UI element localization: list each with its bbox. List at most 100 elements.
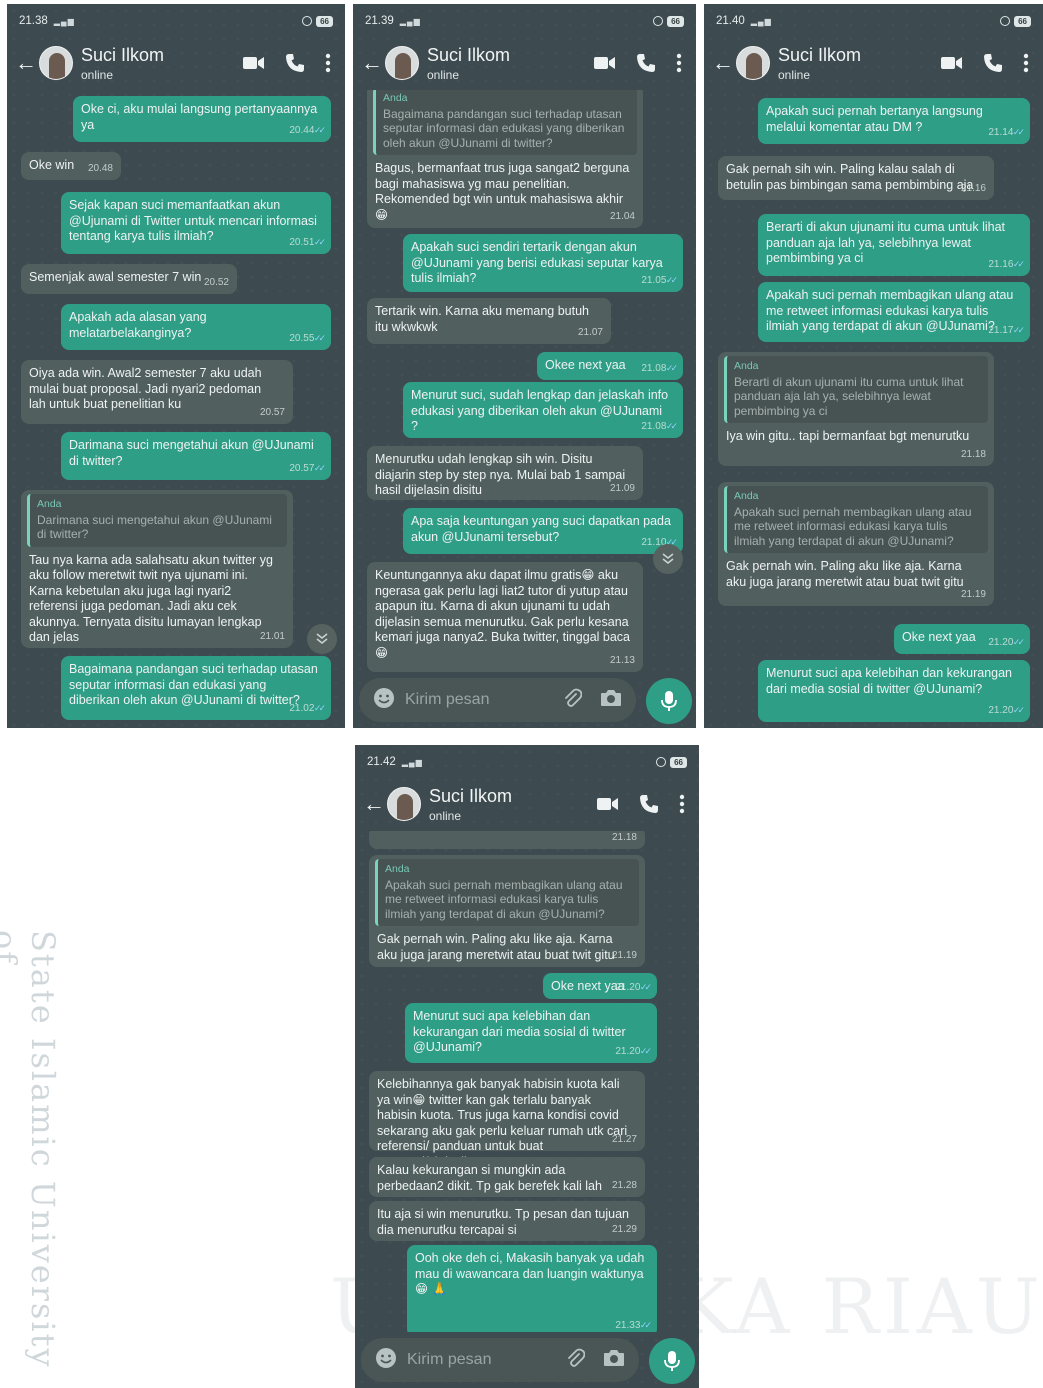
message-text: Iya win gitu.. tapi bermanfaat bgt menur… [726, 429, 970, 443]
contact-status: online [81, 67, 114, 82]
voice-call-button[interactable] [639, 794, 659, 814]
emoji-button[interactable] [375, 1347, 397, 1374]
video-call-button[interactable] [594, 55, 616, 71]
outgoing-message[interactable]: Apakah ada alasan yang melatarbelakangin… [61, 304, 331, 350]
incoming-message[interactable]: Anda Berarti di akun ujunami itu cuma unt… [718, 352, 994, 466]
incoming-message[interactable]: Anda Darimana suci mengetahui akun @UJuna… [21, 490, 293, 648]
chat-header: ← Suci Ilkom online [704, 34, 1043, 92]
contact-avatar[interactable] [385, 46, 419, 80]
message-text: Gak pernah sih win. Paling kalau salah d… [726, 162, 974, 192]
camera-button[interactable] [603, 1349, 625, 1372]
quoted-reply[interactable]: Anda Apakah suci pernah membagikan ulang … [724, 486, 988, 553]
voice-message-button[interactable] [646, 678, 692, 724]
phone-call-icon [984, 54, 1002, 72]
outgoing-message[interactable]: Okee next yaa 21.08 [537, 352, 683, 380]
incoming-message[interactable]: Menurutku udah lengkap sih win. Disitu d… [367, 446, 643, 500]
outgoing-message[interactable]: Berarti di akun ujunami itu cuma untuk l… [758, 214, 1030, 276]
incoming-message[interactable]: Gak pernah sih win. Paling kalau salah d… [718, 156, 994, 200]
quoted-reply[interactable]: Anda Apakah suci pernah membagikan ulang … [375, 859, 639, 926]
voice-message-button[interactable] [649, 1338, 695, 1384]
outgoing-message[interactable]: Apakah suci pernah membagikan ulang atau… [758, 282, 1030, 342]
incoming-message[interactable]: Kalau kekurangan si mungkin ada perbedaa… [369, 1157, 645, 1197]
incoming-message[interactable]: Kelebihannya gak banyak habisin kuota ka… [369, 1071, 645, 1169]
outgoing-message[interactable]: Oke next yaa 21.20 [894, 624, 1030, 654]
outgoing-message[interactable]: Ooh oke deh ci, Makasih banyak ya udah m… [407, 1245, 657, 1332]
signal-icon: ▂▄▆ [401, 757, 423, 767]
scroll-to-bottom-button[interactable] [307, 624, 337, 654]
menu-button[interactable] [325, 53, 331, 73]
message-text: Apakah suci sendiri tertarik dengan akun… [411, 240, 663, 285]
outgoing-message[interactable]: Apa saja keuntungan yang suci dapatkan p… [403, 508, 683, 554]
voice-call-button[interactable] [983, 53, 1003, 73]
message-placeholder: Kirim pesan [405, 691, 490, 708]
outgoing-message[interactable]: Apakah suci pernah bertanya langsung mel… [758, 98, 1030, 144]
video-call-button[interactable] [941, 55, 963, 71]
contact-name: Suci Ilkom [429, 785, 513, 806]
message-time: 21.05 [641, 273, 675, 289]
camera-button[interactable] [600, 689, 622, 712]
incoming-message[interactable]: Tertarik win. Karna aku memang butuh itu… [367, 298, 611, 344]
outgoing-message[interactable]: Oke ci, aku mulai langsung pertanyaannya… [73, 96, 331, 142]
video-call-button[interactable] [597, 796, 619, 812]
outgoing-message[interactable]: Menurut suci apa kelebihan dan kekuranga… [405, 1003, 657, 1063]
quoted-author: Anda [734, 490, 759, 502]
contact-info[interactable]: Suci Ilkom online [427, 45, 510, 82]
quoted-reply[interactable]: Anda Darimana suci mengetahui akun @UJuna… [27, 494, 287, 547]
message-time: 20.55 [289, 331, 323, 347]
message-time: 21.16 [988, 257, 1022, 273]
contact-avatar[interactable] [39, 46, 73, 80]
video-call-button[interactable] [243, 55, 265, 71]
message-time: 21.27 [611, 1133, 637, 1145]
back-arrow-icon[interactable]: ← [361, 50, 383, 76]
back-arrow-icon[interactable]: ← [363, 791, 385, 817]
outgoing-message[interactable]: Sejak kapan suci memanfaatkan akun @Ujun… [61, 192, 331, 254]
attach-button[interactable] [562, 688, 583, 713]
contact-info[interactable]: Suci Ilkom online [778, 45, 861, 82]
message-time: 21.29 [611, 1223, 637, 1235]
incoming-message[interactable]: Anda Bagaimana pandangan suci terhadap ut… [367, 90, 643, 228]
incoming-message[interactable]: Semenjak awal semester 7 win 20.52 [21, 264, 237, 294]
incoming-message[interactable]: Oiya ada win. Awal2 semester 7 aku udah … [21, 360, 293, 424]
message-time: 21.09 [609, 482, 635, 494]
quoted-reply[interactable]: Anda Berarti di akun ujunami itu cuma unt… [724, 356, 988, 423]
incoming-message[interactable]: 21.18 [369, 831, 645, 849]
outgoing-message[interactable]: Menurut suci, sudah lengkap dan jelaskah… [403, 382, 683, 438]
contact-info[interactable]: Suci Ilkom online [81, 45, 164, 82]
message-text: Bagus, bermanfaat trus juga sangat2 berg… [375, 161, 630, 222]
contact-avatar[interactable] [736, 46, 770, 80]
menu-button[interactable] [676, 53, 682, 73]
message-time: 21.18 [960, 448, 986, 460]
message-time: 21.01 [259, 630, 285, 642]
message-text: Oiya ada win. Awal2 semester 7 aku udah … [29, 366, 262, 411]
menu-button[interactable] [679, 794, 685, 814]
quoted-reply[interactable]: Anda Bagaimana pandangan suci terhadap ut… [373, 90, 637, 155]
emoji-button[interactable] [373, 687, 395, 714]
outgoing-message[interactable]: Darimana suci mengetahui akun @UJunami d… [61, 432, 331, 480]
outgoing-message[interactable]: Menurut suci apa kelebihan dan kekuranga… [758, 660, 1030, 722]
voice-call-button[interactable] [285, 53, 305, 73]
scroll-to-bottom-button[interactable] [653, 544, 683, 574]
menu-button[interactable] [1023, 53, 1029, 73]
contact-info[interactable]: Suci Ilkom online [429, 786, 512, 823]
incoming-message[interactable]: Anda Apakah suci pernah membagikan ulang … [718, 482, 994, 606]
incoming-message[interactable]: Keuntungannya aku dapat ilmu gratis😁 aku… [367, 562, 643, 672]
outgoing-message[interactable]: Bagaimana pandangan suci terhadap utasan… [61, 656, 331, 720]
voice-call-button[interactable] [636, 53, 656, 73]
incoming-message[interactable]: Itu aja si win menurutku. Tp pesan dan t… [369, 1201, 645, 1241]
message-text: Apakah suci pernah membagikan ulang atau… [766, 288, 1014, 333]
incoming-message[interactable]: Oke win 20.48 [21, 152, 121, 180]
incoming-message[interactable]: Anda Apakah suci pernah membagikan ulang … [369, 855, 645, 967]
message-input[interactable]: Kirim pesan [361, 1338, 639, 1382]
contact-avatar[interactable] [387, 787, 421, 821]
back-arrow-icon[interactable]: ← [15, 50, 37, 76]
quoted-text: Apakah suci pernah membagikan ulang atau… [385, 877, 623, 921]
back-arrow-icon[interactable]: ← [712, 50, 734, 76]
message-list: Oke ci, aku mulai langsung pertanyaannya… [7, 90, 345, 728]
attach-button[interactable] [565, 1348, 586, 1373]
outgoing-message[interactable]: Apakah suci sendiri tertarik dengan akun… [403, 234, 683, 292]
message-input[interactable]: Kirim pesan [359, 678, 636, 722]
message-text: Apakah suci pernah bertanya langsung mel… [766, 104, 983, 134]
battery-level: 66 [1014, 15, 1031, 27]
message-text: Sejak kapan suci memanfaatkan akun @Ujun… [69, 198, 317, 243]
outgoing-message[interactable]: Oke next yaa 21.20 [543, 973, 657, 999]
